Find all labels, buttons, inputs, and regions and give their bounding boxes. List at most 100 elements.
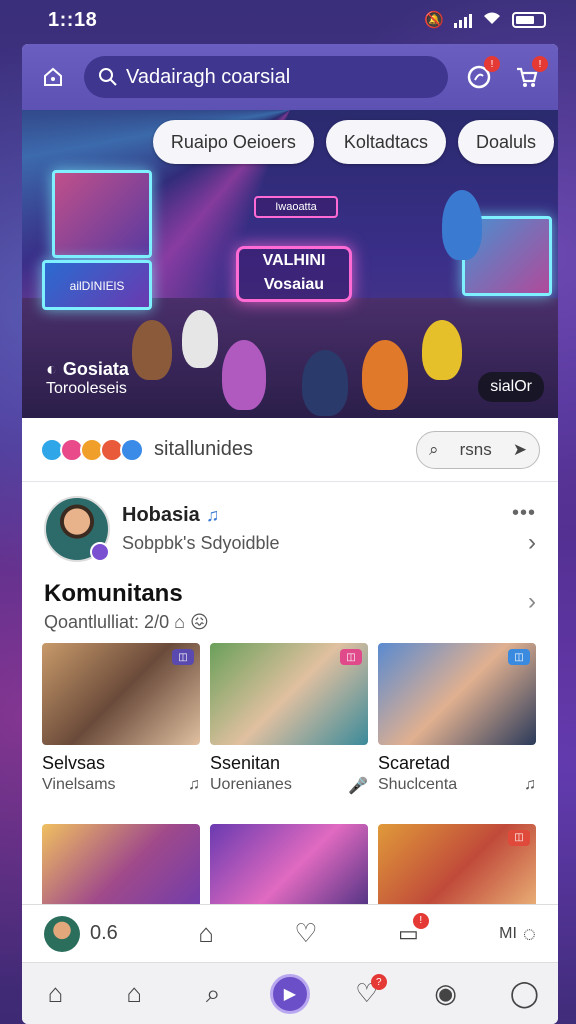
play-icon: ▶ (283, 985, 297, 1003)
tile-badge-icon: ◫ (508, 829, 530, 846)
notification-badge: ! (484, 56, 500, 72)
audience-person (422, 320, 462, 380)
microphone-icon: 🎤 (348, 778, 368, 795)
chat-label: MI (499, 924, 517, 942)
hero-caption-sub: Torooleseis (46, 380, 127, 397)
left-banner: ailDINIElS (42, 260, 152, 310)
chip-1[interactable]: Ruaipo Oeioers (152, 120, 314, 164)
emoji-icon: 😖 (189, 612, 209, 632)
stories-search-label: rsns (459, 439, 492, 459)
hero-tag[interactable]: sialOr (478, 372, 544, 402)
top-bar: Vadairagh coarsial ! ! (22, 44, 558, 110)
jumping-person (442, 190, 482, 260)
status-time: 1::18 (48, 8, 98, 31)
app-card: Vadairagh coarsial ! ! ailDINIElS Iwaoat… (22, 44, 558, 1024)
nav-profile-icon[interactable]: ◯ (502, 978, 546, 1009)
profile-actions: ••• › (512, 502, 536, 557)
tile-image: ◫ (42, 643, 200, 745)
tile-title: Selvsas (42, 753, 106, 773)
globe-icon: ◐ (46, 359, 57, 379)
neon-sign: VALHINI Vosaiau (236, 246, 352, 302)
tile-badge-icon: ◫ (340, 649, 362, 665)
story-avatar[interactable] (120, 437, 144, 462)
search-icon (99, 68, 117, 86)
chat-icon: ◌ (522, 920, 536, 946)
audience-person (182, 310, 218, 368)
cart-button[interactable]: ! (510, 56, 548, 94)
tile-subtitle: Vinelsams (42, 776, 116, 793)
hero-caption: ◐ Gosiata Torooleseis (46, 359, 129, 398)
mini-count: 0.6 (90, 922, 118, 944)
tile-subtitle: Shuclcenta (378, 776, 458, 793)
hero-floor (22, 298, 558, 418)
wallet-icon[interactable]: ▭! (398, 912, 429, 947)
tile-image: ◫ (378, 643, 536, 745)
hero-caption-title: Gosiata (62, 359, 129, 379)
profile-subtitle: Sobpbk's Sdyoidble (122, 533, 280, 553)
nav-explore-icon[interactable]: ◉ (424, 978, 468, 1009)
stories-label: sitallunides (154, 438, 253, 460)
bottom-nav: ⌂ ⌂ ⌕ ▶ ♡? ◉ ◯ (22, 962, 558, 1024)
grid-tile[interactable]: ◫ Ssenitan Uorenianes 🎤 (210, 643, 368, 814)
avatar[interactable] (44, 496, 110, 562)
home-outline-icon[interactable]: ⌂ (198, 918, 214, 949)
nav-search-icon[interactable]: ⌕ (191, 978, 235, 1010)
section-subtitle: Qoantlulliat: 2/0 ⌂ 😖 (44, 612, 209, 632)
stories-search-button[interactable]: ⌕ rsns ➤ (416, 430, 540, 469)
music-note-icon: ♫ (524, 776, 536, 793)
chip-2[interactable]: Koltadtacs (325, 120, 446, 164)
community-grid: ◫ Selvsas Vinelsams ♫ ◫ Ssenitan Uorenian… (22, 643, 558, 943)
tile-badge-icon: ◫ (172, 649, 194, 665)
chip-row: Ruaipo Oeioers Koltadtacs Doaluls (152, 120, 558, 164)
screen-label: ailDINIElS (69, 279, 125, 293)
profile-text: Hobasia ♫ Sobpbk's Sdyoidble (122, 504, 280, 554)
tile-image: ◫ (210, 643, 368, 745)
hero-banner[interactable]: ailDINIElS Iwaoatta VALHINI Vosaiau Ruai… (22, 110, 558, 418)
tile-title: Ssenitan (210, 753, 281, 773)
chat-button[interactable]: MI ◌ (499, 921, 536, 947)
nav-create-button[interactable]: ▶ (269, 973, 310, 1014)
section-header[interactable]: Komunitans Qoantlulliat: 2/0 ⌂ 😖 › (22, 576, 558, 643)
music-note-icon: ♫ (188, 776, 200, 793)
mini-avatar[interactable] (44, 915, 80, 952)
wifi-icon (482, 10, 502, 31)
nav-home-icon[interactable]: ⌂ (33, 978, 77, 1009)
status-bar: 1::18 🔕 (0, 0, 576, 40)
chevron-right-icon[interactable]: › (528, 588, 536, 616)
music-note-icon: ♫ (205, 505, 220, 525)
avatar-status-icon (90, 542, 110, 562)
search-icon: ⌕ (429, 439, 439, 459)
audience-person (132, 320, 172, 380)
wallet-badge: ! (412, 912, 429, 929)
grid-tile[interactable]: ◫ Scaretad Shuclcenta ♫ (378, 643, 536, 814)
stories-row: sitallunides ⌕ rsns ➤ (22, 418, 558, 482)
home-emoji-icon: ⌂ (174, 612, 185, 632)
story-avatars[interactable] (40, 437, 144, 462)
signal-icon (454, 12, 472, 28)
search-input[interactable]: Vadairagh coarsial (84, 56, 448, 98)
home-icon[interactable] (36, 60, 70, 94)
more-icon[interactable]: ••• (512, 502, 536, 525)
left-screen (52, 170, 152, 258)
send-icon: ➤ (512, 439, 527, 459)
audience-person (302, 350, 348, 416)
audience-person (362, 340, 408, 410)
chevron-right-icon[interactable]: › (528, 529, 536, 557)
mute-icon: 🔕 (424, 12, 444, 29)
mini-player-bar: 0.6 ⌂ ♡ ▭! MI ◌ (22, 904, 558, 962)
profile-name: Hobasia (122, 504, 200, 526)
mini-player-left[interactable]: 0.6 (44, 915, 118, 952)
tile-subtitle: Uorenianes (210, 776, 292, 793)
status-icons: 🔕 (424, 10, 546, 31)
nav-chat-icon[interactable]: ♡? (345, 974, 389, 1009)
nav-house-icon[interactable]: ⌂ (112, 978, 156, 1009)
chip-3[interactable]: Doaluls (457, 120, 554, 164)
tile-badge-icon: ◫ (508, 649, 530, 665)
grid-tile[interactable]: ◫ Selvsas Vinelsams ♫ (42, 643, 200, 814)
audience-person (222, 340, 266, 410)
battery-icon (512, 12, 546, 28)
heart-icon[interactable]: ♡ (294, 918, 317, 949)
notification-button[interactable]: ! (462, 56, 500, 94)
profile-row[interactable]: Hobasia ♫ Sobpbk's Sdyoidble ••• › (22, 482, 558, 576)
tile-title: Scaretad (378, 753, 451, 773)
